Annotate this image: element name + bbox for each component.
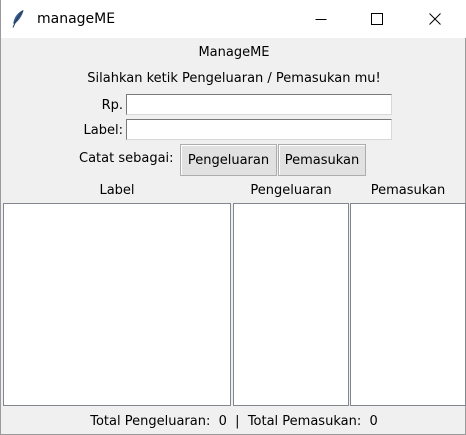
total-expense-value: 0 [218,414,227,429]
label-listbox[interactable] [3,203,231,406]
record-as-label: Catat sebagai: [79,151,174,166]
record-income-button[interactable]: Pemasukan [278,144,366,176]
instruction-text: Silahkan ketik Pengeluaran / Pemasukan m… [87,71,381,86]
totals-bar: Total Pengeluaran: 0 | Total Pemasukan: … [1,413,466,431]
window-title: manageME [37,11,116,27]
minimize-button[interactable] [298,0,344,38]
app-heading: ManageME [198,45,270,60]
total-income-value: 0 [369,414,378,429]
expense-listbox[interactable] [233,203,349,406]
income-listbox[interactable] [350,203,466,406]
maximize-button[interactable] [354,0,400,38]
amount-input[interactable] [126,94,392,115]
close-button[interactable] [412,0,458,38]
feather-icon [10,9,26,29]
app-window: manageME ManageME Silahkan ketik Pengelu… [0,0,466,435]
totals-separator: | [235,414,240,429]
income-column-header: Pemasukan [370,183,446,198]
total-expense-label: Total Pengeluaran: [90,414,211,429]
label-column-header: Label [99,183,135,198]
record-expense-button[interactable]: Pengeluaran [180,144,277,176]
minimize-icon [315,19,327,20]
label-field-label: Label: [83,123,123,138]
label-input[interactable] [126,119,392,140]
maximize-icon [371,13,383,25]
close-icon [429,13,441,25]
total-income-label: Total Pemasukan: [247,414,362,429]
expense-column-header: Pengeluaran [250,183,332,198]
amount-label: Rp. [101,98,123,113]
title-bar[interactable]: manageME [1,0,466,38]
